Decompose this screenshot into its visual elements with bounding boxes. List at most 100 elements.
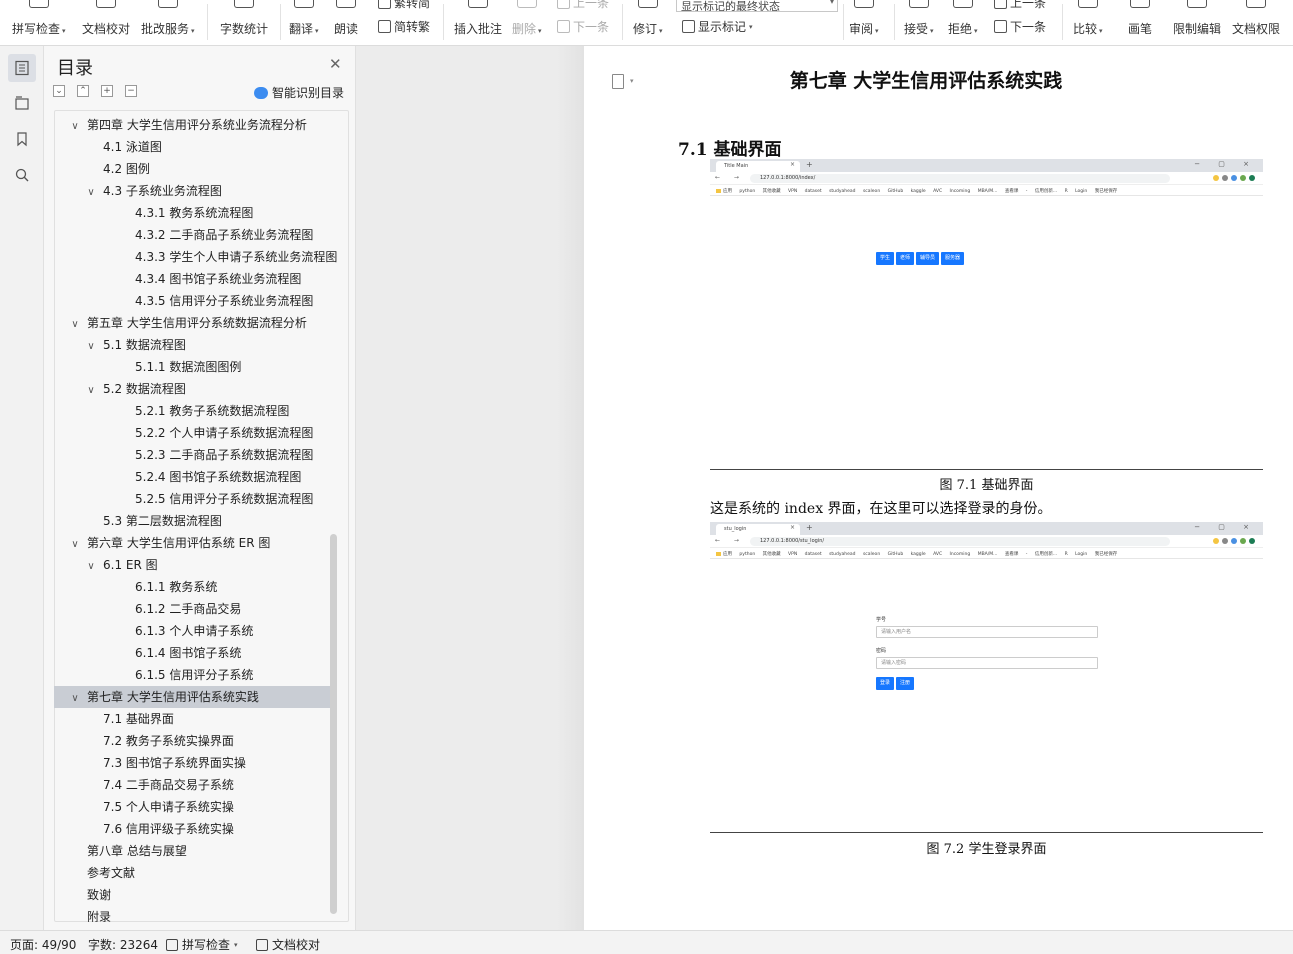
toc-item[interactable]: 4.3.3 学生个人申请子系统业务流程图 — [54, 246, 337, 268]
status-proofread-button[interactable]: 文档校对 — [256, 936, 320, 953]
chevron-down-icon[interactable]: ∨ — [85, 556, 97, 578]
toc-item[interactable]: 4.3.2 二手商品子系统业务流程图 — [54, 224, 330, 246]
insert-comment-button[interactable]: 插入批注 — [454, 0, 502, 45]
add-heading-icon[interactable]: + — [101, 85, 113, 97]
toc-item[interactable]: 6.1.1 教务系统 — [54, 576, 330, 598]
reject-icon — [952, 0, 973, 8]
track-changes-button[interactable]: 修订 ▾ — [633, 0, 663, 45]
chevron-down-icon[interactable]: ∨ — [85, 182, 97, 204]
toc-item-label: 第五章 大学生信用评分系统数据流程分析 — [87, 316, 307, 330]
next-comment-icon — [557, 20, 570, 33]
toc-item[interactable]: 4.3.4 图书馆子系统业务流程图 — [54, 268, 330, 290]
prev-comment-button[interactable]: 上一条 — [557, 0, 609, 11]
toc-item-label: 5.3 第二层数据流程图 — [103, 514, 222, 528]
compare-button[interactable]: 比较 ▾ — [1073, 0, 1103, 45]
chevron-down-icon[interactable]: ∨ — [69, 688, 81, 710]
toc-item[interactable]: 6.1.5 信用评分子系统 — [54, 664, 330, 686]
delete-comment-icon — [516, 0, 537, 8]
chevron-down-icon[interactable]: ∨ — [85, 380, 97, 402]
toc-pane-button[interactable] — [8, 54, 36, 82]
toc-item[interactable]: 4.3.5 信用评分子系统业务流程图 — [54, 290, 330, 312]
chapter-nav-button[interactable] — [8, 89, 36, 117]
toc-item[interactable]: ∨ 6.1 ER 图 — [54, 554, 330, 576]
toc-item[interactable]: 5.1.1 数据流图图例 — [54, 356, 330, 378]
simp-to-trad-button[interactable]: 简转繁 — [378, 18, 430, 35]
toc-item[interactable]: 附录 — [54, 906, 330, 922]
student-id-input: 请输入用户名 — [876, 626, 1098, 638]
toc-item[interactable]: ∨ 5.2 数据流程图 — [54, 378, 330, 400]
batch-service-button[interactable]: 批改服务 ▾ — [141, 0, 195, 45]
next-change-button[interactable]: 下一条 — [994, 18, 1046, 35]
spellcheck-button[interactable]: 拼写检查 ▾ — [12, 0, 66, 45]
review-button[interactable]: 审阅 ▾ — [849, 0, 879, 45]
toc-item[interactable]: ∨ 5.1 数据流程图 — [54, 334, 330, 356]
extension-icons — [1213, 538, 1255, 544]
markup-mode-select[interactable]: 显示标记的最终状态 ▾ — [676, 0, 838, 12]
toc-item[interactable]: 6.1.2 二手商品交易 — [54, 598, 330, 620]
toc-item-label: 第六章 大学生信用评估系统 ER 图 — [87, 536, 271, 550]
toc-item[interactable]: 7.3 图书馆子系统界面实操 — [54, 752, 330, 774]
expand-up-icon[interactable]: ⌃ — [77, 85, 89, 97]
toc-item[interactable]: 4.2 图例 — [54, 158, 330, 180]
read-aloud-button[interactable]: 朗读 — [334, 0, 358, 45]
ribbon-divider — [622, 4, 623, 40]
smart-toc-button[interactable]: 智能识别目录 — [254, 84, 344, 101]
chevron-down-icon[interactable]: ∨ — [69, 116, 81, 138]
delete-comment-button[interactable]: 删除 ▾ — [512, 0, 542, 45]
toc-item[interactable]: 5.2.2 个人申请子系统数据流程图 — [54, 422, 330, 444]
toc-item[interactable]: ∨ 第七章 大学生信用评估系统实践 — [54, 686, 330, 708]
toc-item-label: 5.1 数据流程图 — [103, 338, 186, 352]
close-icon[interactable]: ✕ — [329, 55, 342, 73]
browser-addressbar: ← → C 127.0.0.1:8000/index/ — [710, 172, 1263, 185]
toc-pane: 目录 ✕ ⌄ ⌃ + − 智能识别目录 ∨ 第四章 大学生信用评分系统业务流程分析… — [44, 46, 356, 930]
prev-change-button[interactable]: 上一条 — [994, 0, 1046, 11]
bookmark-pane-button[interactable] — [8, 125, 36, 153]
word-count-button[interactable]: 字数统计 — [220, 0, 268, 45]
toc-scrollbar[interactable] — [330, 534, 337, 914]
chevron-down-icon[interactable]: ∨ — [69, 314, 81, 336]
proofread-button[interactable]: 文档校对 — [82, 0, 130, 45]
toc-item[interactable]: ∨ 第五章 大学生信用评分系统数据流程分析 — [54, 312, 330, 334]
reject-button[interactable]: 拒绝 ▾ — [948, 0, 978, 45]
remove-heading-icon[interactable]: − — [125, 85, 137, 97]
toc-item[interactable]: 7.4 二手商品交易子系统 — [54, 774, 330, 796]
next-comment-button[interactable]: 下一条 — [557, 18, 609, 35]
pen-button[interactable]: 画笔 — [1128, 0, 1152, 45]
toc-item[interactable]: ∨ 第六章 大学生信用评估系统 ER 图 — [54, 532, 330, 554]
search-pane-button[interactable] — [8, 161, 36, 189]
word-count-indicator[interactable]: 字数: 23264 — [88, 936, 158, 953]
toc-item[interactable]: ∨ 第四章 大学生信用评分系统业务流程分析 — [54, 114, 330, 136]
word-count-icon — [234, 0, 254, 8]
chevron-down-icon[interactable]: ∨ — [69, 534, 81, 556]
toc-item[interactable]: 5.2.4 图书馆子系统数据流程图 — [54, 466, 330, 488]
toc-item[interactable]: 5.3 第二层数据流程图 — [54, 510, 330, 532]
toc-item[interactable]: 7.6 信用评级子系统实操 — [54, 818, 330, 840]
show-markup-button[interactable]: 显示标记 ▾ — [682, 18, 753, 35]
page-indicator[interactable]: 页面: 49/90 — [10, 936, 76, 953]
toc-item[interactable]: 致谢 — [54, 884, 330, 906]
chevron-down-icon[interactable]: ∨ — [85, 336, 97, 358]
toc-item[interactable]: 参考文献 — [54, 862, 330, 884]
translate-button[interactable]: 翻译 ▾ — [289, 0, 319, 45]
role-button: 学生 — [876, 252, 895, 265]
toc-item[interactable]: 6.1.4 图书馆子系统 — [54, 642, 330, 664]
toc-item[interactable]: 7.2 教务子系统实操界面 — [54, 730, 330, 752]
toc-item[interactable]: 6.1.3 个人申请子系统 — [54, 620, 330, 642]
status-spellcheck-button[interactable]: 拼写检查 ▾ — [166, 936, 238, 953]
doc-permission-button[interactable]: 文档权限 — [1232, 0, 1280, 45]
toc-item[interactable]: 7.5 个人申请子系统实操 — [54, 796, 330, 818]
accept-button[interactable]: 接受 ▾ — [904, 0, 934, 45]
toc-item[interactable]: 5.2.3 二手商品子系统数据流程图 — [54, 444, 330, 466]
restrict-edit-button[interactable]: 限制编辑 — [1173, 0, 1221, 45]
toc-item[interactable]: 5.2.1 教务子系统数据流程图 — [54, 400, 330, 422]
toc-item[interactable]: 4.3.1 教务系统流程图 — [54, 202, 330, 224]
toc-item-label: 第四章 大学生信用评分系统业务流程分析 — [87, 118, 307, 132]
toc-item[interactable]: 5.2.5 信用评分子系统数据流程图 — [54, 488, 330, 510]
toc-item[interactable]: ∨ 4.3 子系统业务流程图 — [54, 180, 330, 202]
toc-item[interactable]: 4.1 泳道图 — [54, 136, 330, 158]
trad-to-simp-button[interactable]: 繁转简 — [378, 0, 430, 11]
toc-item-label: 5.2.4 图书馆子系统数据流程图 — [135, 470, 302, 484]
collapse-all-icon[interactable]: ⌄ — [53, 85, 65, 97]
toc-item[interactable]: 7.1 基础界面 — [54, 708, 330, 730]
toc-item[interactable]: 第八章 总结与展望 — [54, 840, 330, 862]
